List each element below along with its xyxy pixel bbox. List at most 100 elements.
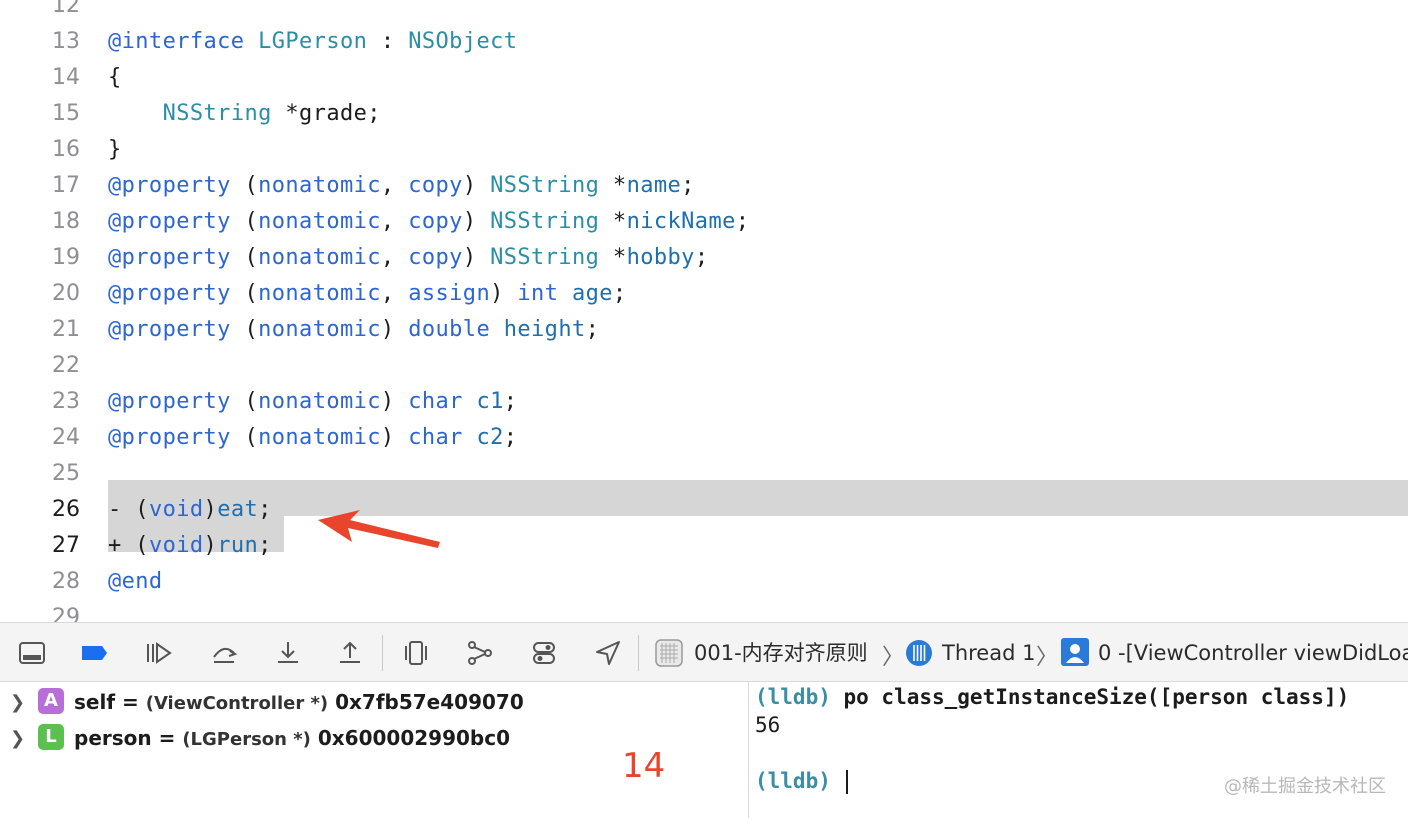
code-line[interactable]: 12 <box>0 0 1408 24</box>
code-token: NSString <box>490 173 600 198</box>
line-number: 17 <box>52 173 80 198</box>
disclosure-triangle-icon[interactable]: ❯ <box>10 692 25 713</box>
memory-graph-icon[interactable] <box>466 639 494 667</box>
code-text: @property (nonatomic) char c1; <box>108 384 517 420</box>
code-line[interactable]: 17 @property (nonatomic, copy) NSString *… <box>0 168 1408 204</box>
console-input-line[interactable]: (lldb) <box>755 766 848 796</box>
code-token: * <box>599 173 627 198</box>
code-token: ) <box>203 533 218 558</box>
line-number: 29 <box>52 605 80 622</box>
code-token: ) <box>462 245 491 270</box>
code-line[interactable]: 16} <box>0 132 1408 168</box>
code-token: , <box>380 245 409 270</box>
code-line[interactable]: 23 @property (nonatomic) char c1; <box>0 384 1408 420</box>
code-token: char <box>408 389 463 414</box>
hide-debug-area-icon[interactable] <box>18 639 46 667</box>
code-line[interactable]: 21 @property (nonatomic) double height; <box>0 312 1408 348</box>
view-hierarchy-icon[interactable] <box>402 639 430 667</box>
code-line[interactable]: 15 NSString *grade; <box>0 96 1408 132</box>
variable-type: (LGPerson *) <box>182 729 311 750</box>
code-token: char <box>408 425 463 450</box>
code-line[interactable]: 14 { <box>0 60 1408 96</box>
variable-row[interactable]: ❯ A self = (ViewController *) 0x7fb57e40… <box>0 684 748 720</box>
lldb-prompt: (lldb) <box>755 769 831 793</box>
code-line[interactable]: 24 @property (nonatomic) char c2; <box>0 420 1408 456</box>
breadcrumb-thread[interactable]: Thread 1 <box>942 637 1035 669</box>
step-over-icon[interactable] <box>210 639 238 667</box>
code-token: * <box>599 245 627 270</box>
line-number: 13 <box>52 29 80 54</box>
code-token: , <box>380 209 409 234</box>
console-line: (lldb) po class_getInstanceSize([person … <box>755 682 1349 712</box>
code-line[interactable]: 22 <box>0 348 1408 384</box>
disclosure-triangle-icon[interactable]: ❯ <box>10 728 25 749</box>
code-token: ( <box>230 317 259 342</box>
code-token: eat <box>217 497 259 522</box>
breadcrumb-frame[interactable]: 0 -[ViewController viewDidLoa <box>1098 637 1408 669</box>
code-text: @end <box>108 564 163 600</box>
variable-line: self = (ViewController *) 0x7fb57e409070 <box>74 688 524 718</box>
code-token: : <box>367 29 409 54</box>
code-token: void <box>148 533 204 558</box>
code-line[interactable]: 25 <box>0 456 1408 492</box>
equals-sign: = <box>151 726 183 750</box>
code-line[interactable]: 18 @property (nonatomic, copy) NSString *… <box>0 204 1408 240</box>
code-token: nonatomic <box>258 281 381 306</box>
code-token: @end <box>108 569 163 594</box>
code-line[interactable]: 20 @property (nonatomic, assign) int age; <box>0 276 1408 312</box>
variable-value: 0x600002990bc0 <box>310 726 511 750</box>
code-token: name <box>626 173 682 198</box>
code-token: nickName <box>626 209 736 234</box>
line-number: 21 <box>52 317 80 342</box>
code-line[interactable]: 19 @property (nonatomic, copy) NSString *… <box>0 240 1408 276</box>
code-text: @property (nonatomic, copy) NSString *na… <box>108 168 695 204</box>
code-token: ; <box>503 425 518 450</box>
code-token: ; <box>681 173 695 198</box>
code-text: @property (nonatomic, assign) int age; <box>108 276 627 312</box>
code-token: nonatomic <box>258 209 381 234</box>
code-line[interactable]: 13 @interface LGPerson : NSObject <box>0 24 1408 60</box>
code-token: copy <box>408 245 463 270</box>
code-token: ( <box>230 245 259 270</box>
code-token: - ( <box>108 497 149 522</box>
code-token: nonatomic <box>258 173 381 198</box>
code-line[interactable]: 29 <box>0 600 1408 622</box>
code-line[interactable]: 27 + (void)run; <box>0 528 1408 564</box>
environment-overrides-icon[interactable] <box>530 639 558 667</box>
code-token: nonatomic <box>258 245 381 270</box>
line-number: 20 <box>52 281 80 306</box>
step-out-icon[interactable] <box>336 639 364 667</box>
code-token: NSString <box>490 209 600 234</box>
code-token: ) <box>203 497 218 522</box>
step-into-icon[interactable] <box>274 639 302 667</box>
code-token: ( <box>230 209 259 234</box>
code-token: NSObject <box>408 29 518 54</box>
source-editor[interactable]: 12 13 @interface LGPerson : NSObject 14 {15 … <box>0 0 1408 622</box>
breakpoints-toggle-icon[interactable] <box>80 639 108 667</box>
continue-icon[interactable] <box>144 639 172 667</box>
equals-sign: = <box>115 690 146 714</box>
code-line[interactable]: 26 - (void)eat; <box>0 492 1408 528</box>
variable-type: (ViewController *) <box>145 693 329 714</box>
line-number: 23 <box>52 389 80 414</box>
code-text: { <box>108 60 122 96</box>
code-token: , <box>380 173 409 198</box>
simulate-location-icon[interactable] <box>594 639 622 667</box>
line-number: 15 <box>52 101 80 126</box>
chevron-right-icon: 〉 <box>882 645 905 670</box>
line-number: 28 <box>52 569 80 594</box>
watermark: @稀土掘金技术社区 <box>1224 776 1386 797</box>
line-number: 22 <box>52 353 80 378</box>
code-token: @interface <box>108 29 245 54</box>
code-token: { <box>108 65 122 90</box>
code-token: @property <box>108 389 231 414</box>
lldb-prompt: (lldb) <box>755 685 831 709</box>
toolbar-separator <box>382 635 383 671</box>
breadcrumb-project[interactable]: 001-内存对齐原则 <box>694 637 868 669</box>
code-line[interactable]: 28 @end <box>0 564 1408 600</box>
code-token: nonatomic <box>258 425 381 450</box>
local-badge: L <box>38 724 64 750</box>
